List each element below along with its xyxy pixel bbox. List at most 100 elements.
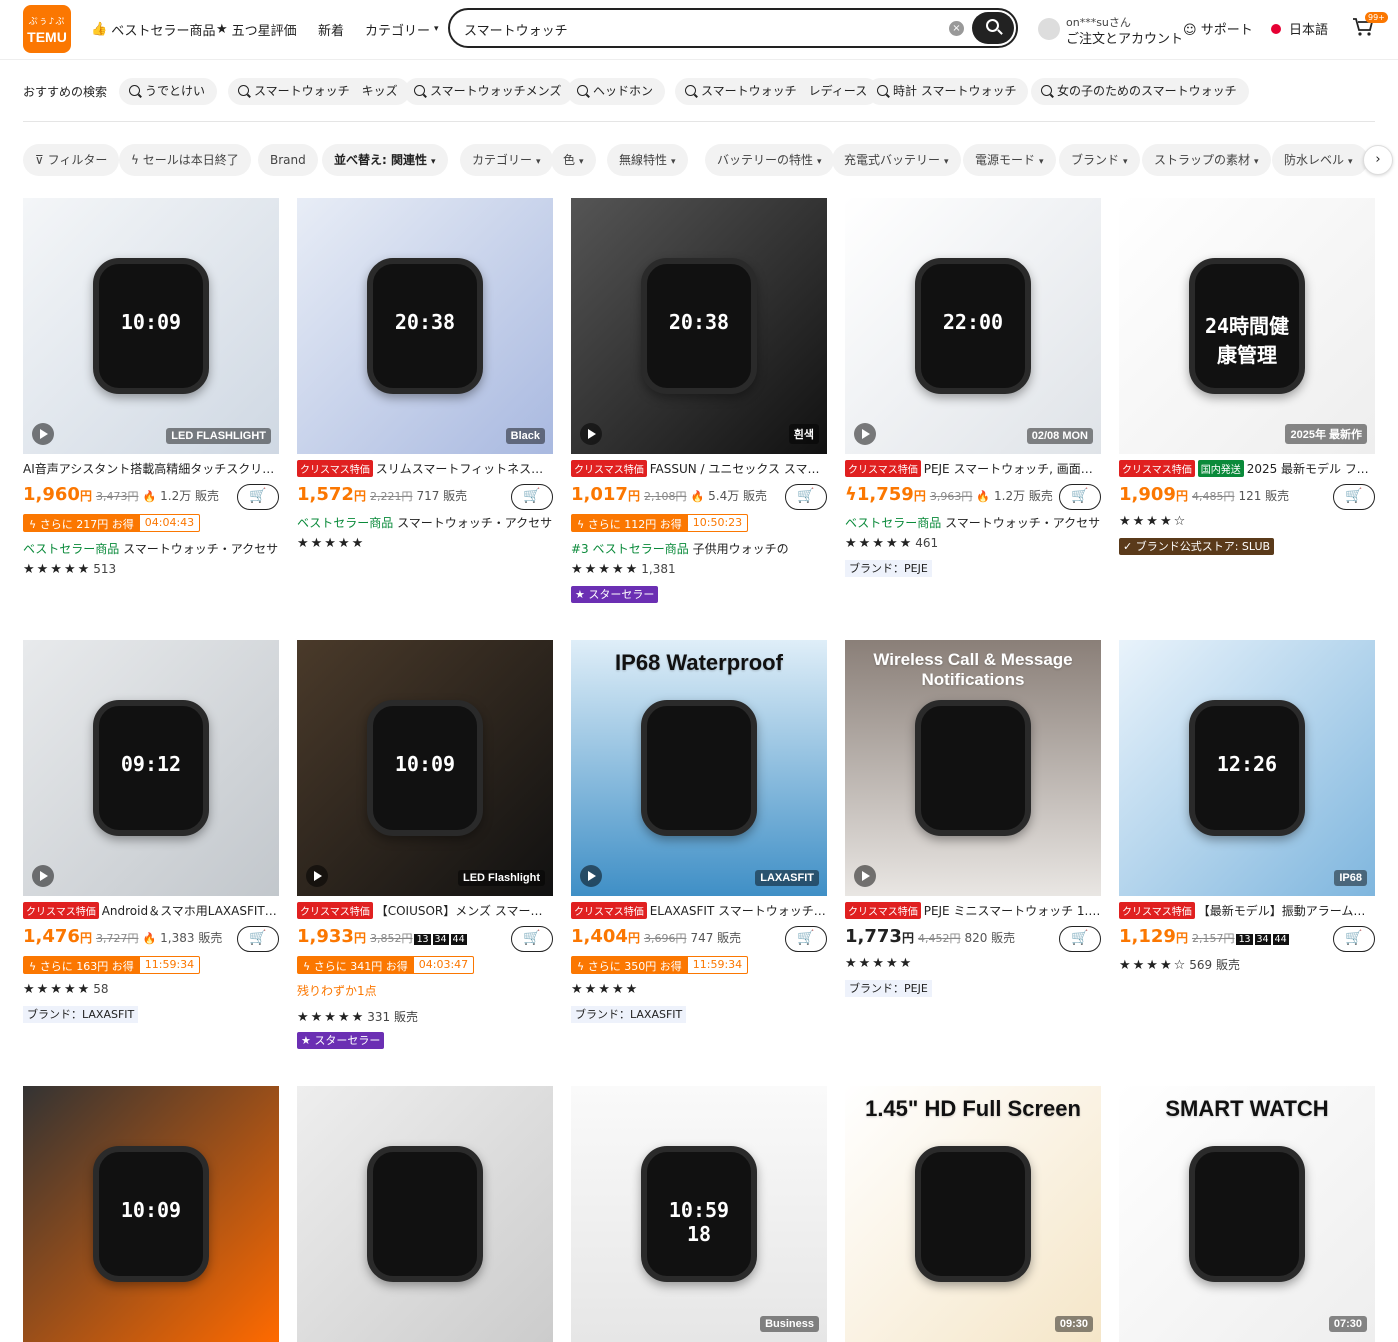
- language-selector[interactable]: 日本語: [1271, 19, 1328, 38]
- brand-tag[interactable]: ブランド：LAXASFIT: [23, 1006, 139, 1023]
- add-to-cart-button[interactable]: 🛒: [1333, 484, 1375, 510]
- filter-wireless[interactable]: 無線特性 ▾: [607, 144, 688, 176]
- suggestion-chip[interactable]: スマートウォッチ レディース: [675, 78, 880, 105]
- play-video-icon[interactable]: [854, 865, 876, 887]
- product-title[interactable]: クリスマス特価【COIUSOR】メンズ スマートウォッチ: [297, 902, 553, 920]
- cart-button[interactable]: 99+: [1352, 12, 1388, 38]
- filter-strap[interactable]: ストラップの素材 ▾: [1142, 144, 1271, 176]
- product-title[interactable]: クリスマス特価スリムスマートフィットネスウォッチ - 時: [297, 460, 553, 478]
- product-card[interactable]: IP68 Waterproof LAXASFIT クリスマス特価 ELAXASFIT …: [571, 640, 827, 1060]
- product-image[interactable]: 20:38 흰색: [571, 198, 827, 454]
- product-image[interactable]: 09:12: [23, 640, 279, 896]
- product-image[interactable]: [297, 1086, 553, 1342]
- clear-icon[interactable]: ×: [949, 21, 964, 36]
- filter-button[interactable]: ⊽ フィルター: [23, 144, 120, 176]
- product-image[interactable]: SMART WATCH 07:30: [1119, 1086, 1375, 1342]
- product-card[interactable]: 10:09 LED FLASHLIGHT AI音声アシスタント搭載高精細タッチスクリ…: [23, 198, 279, 618]
- product-card[interactable]: [297, 1086, 553, 1342]
- product-card[interactable]: 1.45" HD Full Screen 09:30: [845, 1086, 1101, 1342]
- nav-bestsellers[interactable]: 👍 ベストセラー商品: [91, 19, 215, 39]
- support-link[interactable]: ☺ サポート: [1183, 19, 1253, 38]
- play-video-icon[interactable]: [580, 423, 602, 445]
- product-card[interactable]: 24時間健康管理 2025年 最新作クリスマス特価 国内発送 2025 最新モデル フ…: [1119, 198, 1375, 618]
- play-video-icon[interactable]: [32, 423, 54, 445]
- product-title[interactable]: クリスマス特価【最新モデル】振動アラーム機能付き: [1119, 902, 1375, 920]
- nav-new[interactable]: 新着: [318, 19, 344, 39]
- bestseller-label[interactable]: ベストセラー商品 スマートウォッチ・アクセサリーの: [297, 514, 553, 532]
- filter-category[interactable]: カテゴリー ▾: [460, 144, 553, 176]
- temu-logo[interactable]: ぷぅ♪ぷ TEMU: [23, 5, 71, 53]
- official-store-badge[interactable]: ✓ ブランド公式ストア: SLUB: [1119, 538, 1275, 555]
- product-card[interactable]: Wireless Call & Message Notifications クリス…: [845, 640, 1101, 1060]
- filter-sale-today[interactable]: ϟ セールは本日終了: [119, 144, 251, 176]
- product-title[interactable]: クリスマス特価FASSUN / ユニセックス スマートウォッチ: [571, 460, 827, 478]
- product-image[interactable]: 10:59 18 Business: [571, 1086, 827, 1342]
- product-title[interactable]: クリスマス特価国内発送2025 最新モデル フィットネス: [1119, 460, 1375, 478]
- product-image[interactable]: 10:09 LED Flashlight: [297, 640, 553, 896]
- product-image[interactable]: 1.45" HD Full Screen 09:30: [845, 1086, 1101, 1342]
- nav-category[interactable]: カテゴリー ▾: [365, 19, 439, 39]
- search-box[interactable]: スマートウォッチ ×: [448, 8, 1018, 48]
- product-image[interactable]: 12:26 IP68: [1119, 640, 1375, 896]
- image-text: 10:09: [394, 752, 456, 776]
- add-to-cart-button[interactable]: 🛒: [1059, 926, 1101, 952]
- add-to-cart-button[interactable]: 🛒: [237, 484, 279, 510]
- product-card[interactable]: 10:09 LED Flashlight クリスマス特価 【COIUSOR】メンズ ス…: [297, 640, 553, 1060]
- brand-tag[interactable]: ブランド：LAXASFIT: [571, 1006, 687, 1023]
- product-card[interactable]: 10:09: [23, 1086, 279, 1342]
- product-image[interactable]: 22:00 02/08 MON: [845, 198, 1101, 454]
- product-title[interactable]: AI音声アシスタント搭載高精細タッチスクリーン - Bl: [23, 460, 279, 478]
- product-card[interactable]: 20:38 Black クリスマス特価スリムスマートフィットネスウォッチ - 時 1,…: [297, 198, 553, 618]
- suggestion-chip[interactable]: 時計 スマートウォッチ: [867, 78, 1029, 105]
- bestseller-label[interactable]: ベストセラー商品 スマートウォッチ・アクセサリーの: [23, 540, 279, 558]
- product-card[interactable]: 10:59 18 Business: [571, 1086, 827, 1342]
- product-image[interactable]: Wireless Call & Message Notifications: [845, 640, 1101, 896]
- play-video-icon[interactable]: [306, 865, 328, 887]
- add-to-cart-button[interactable]: 🛒: [237, 926, 279, 952]
- product-card[interactable]: 12:26 IP68 クリスマス特価【最新モデル】振動アラーム機能付き 1,129円2…: [1119, 640, 1375, 1060]
- bestseller-label[interactable]: #3 ベストセラー商品 子供用ウォッチの: [571, 540, 827, 558]
- suggestion-chip[interactable]: うでとけい: [119, 78, 218, 105]
- sort-dropdown[interactable]: 並べ替え: 関連性 ▾: [322, 144, 448, 176]
- product-image[interactable]: 20:38 Black: [297, 198, 553, 454]
- suggestion-chip[interactable]: スマートウォッチメンズ: [404, 78, 574, 105]
- product-title[interactable]: クリスマス特価Android＆スマホ用LAXASFITスマー: [23, 902, 279, 920]
- filter-rechargeable[interactable]: 充電式バッテリー ▾: [832, 144, 961, 176]
- filters-next-button[interactable]: ›: [1363, 145, 1393, 175]
- play-video-icon[interactable]: [32, 865, 54, 887]
- product-title[interactable]: クリスマス特価ELAXASFIT スマートウォッチ - ワイヤレ: [571, 902, 827, 920]
- suggestion-chip[interactable]: 女の子のためのスマートウォッチ: [1031, 78, 1249, 105]
- add-to-cart-button[interactable]: 🛒: [511, 926, 553, 952]
- suggestion-chip[interactable]: スマートウォッチ キッズ: [228, 78, 410, 105]
- filter-battery[interactable]: バッテリーの特性 ▾: [705, 144, 834, 176]
- add-to-cart-button[interactable]: 🛒: [1333, 926, 1375, 952]
- filter-brand[interactable]: Brand: [258, 144, 318, 176]
- filter-waterproof[interactable]: 防水レベル ▾: [1272, 144, 1368, 176]
- search-input[interactable]: スマートウォッチ: [464, 20, 568, 39]
- product-card[interactable]: SMART WATCH 07:30: [1119, 1086, 1375, 1342]
- filter-color[interactable]: 色 ▾: [551, 144, 596, 176]
- product-image[interactable]: 10:09 LED FLASHLIGHT: [23, 198, 279, 454]
- product-image[interactable]: IP68 Waterproof LAXASFIT: [571, 640, 827, 896]
- product-card[interactable]: 22:00 02/08 MON クリスマス特価PEJE スマートウォッチ, 画面サイ…: [845, 198, 1101, 618]
- product-title[interactable]: クリスマス特価PEJE スマートウォッチ, 画面サイズ3.3cm: [845, 460, 1101, 478]
- filter-brand-jp[interactable]: ブランド ▾: [1059, 144, 1140, 176]
- product-card[interactable]: 20:38 흰색 クリスマス特価FASSUN / ユニセックス スマートウォッチ 1,…: [571, 198, 827, 618]
- brand-tag[interactable]: ブランド：PEJE: [845, 560, 932, 577]
- add-to-cart-button[interactable]: 🛒: [785, 484, 827, 510]
- add-to-cart-button[interactable]: 🛒: [785, 926, 827, 952]
- product-title[interactable]: クリスマス特価PEJE ミニスマートウォッチ 1.45インチ: [845, 902, 1101, 920]
- filter-power-mode[interactable]: 電源モード ▾: [963, 144, 1056, 176]
- suggestion-chip[interactable]: ヘッドホン: [567, 78, 666, 105]
- product-image[interactable]: 24時間健康管理 2025年 最新作: [1119, 198, 1375, 454]
- play-video-icon[interactable]: [580, 865, 602, 887]
- nav-five-star[interactable]: ★ 五つ星評価: [216, 19, 297, 39]
- bestseller-label[interactable]: ベストセラー商品 スマートウォッチ・アクセサリーの: [845, 514, 1101, 532]
- add-to-cart-button[interactable]: 🛒: [1059, 484, 1101, 510]
- add-to-cart-button[interactable]: 🛒: [511, 484, 553, 510]
- search-button[interactable]: [972, 12, 1014, 44]
- product-image[interactable]: 10:09: [23, 1086, 279, 1342]
- play-video-icon[interactable]: [854, 423, 876, 445]
- product-card[interactable]: 09:12 クリスマス特価Android＆スマホ用LAXASFITスマー 1,476…: [23, 640, 279, 1060]
- brand-tag[interactable]: ブランド：PEJE: [845, 980, 932, 997]
